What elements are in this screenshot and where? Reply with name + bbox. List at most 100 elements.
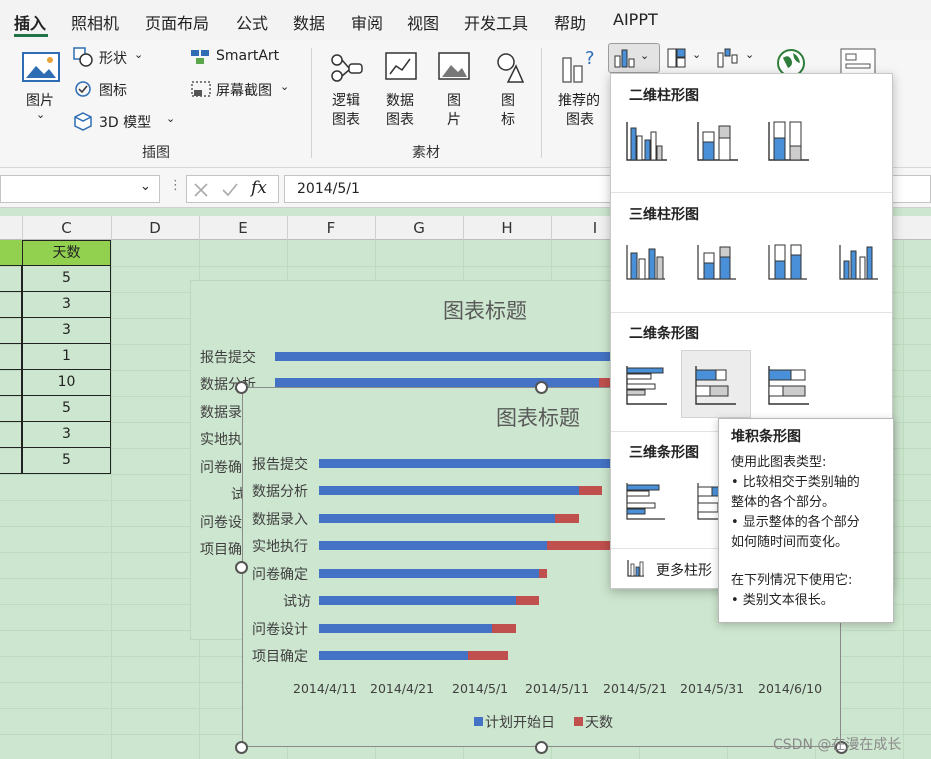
clustered-column-icon[interactable] (623, 118, 669, 164)
cell-c-header[interactable]: 天数 (22, 240, 111, 266)
smartart-button-label[interactable]: SmartArt (216, 48, 279, 64)
bar-start-1[interactable] (319, 459, 610, 468)
hierarchy-chart-icon[interactable] (666, 47, 688, 69)
bar-start-4[interactable] (319, 541, 548, 550)
cell-c[interactable]: 5 (22, 396, 111, 422)
bar-days-5[interactable] (539, 569, 548, 578)
tab-aippt[interactable]: AIPPT (613, 10, 658, 29)
resize-handle[interactable] (535, 381, 548, 394)
bar-days-2[interactable] (578, 486, 603, 495)
bar-days-8[interactable] (468, 651, 508, 660)
more-column-charts-link[interactable]: 更多柱形 (656, 560, 712, 580)
resize-handle[interactable] (235, 561, 248, 574)
column-header-d[interactable]: D (111, 219, 199, 237)
logic-chart-label-2[interactable]: 图表 (332, 109, 360, 129)
data-chart-label-1[interactable]: 数据 (386, 90, 414, 110)
material-picture-label-1[interactable]: 图 (447, 90, 461, 110)
recommended-charts-label-2[interactable]: 图表 (566, 109, 594, 129)
chart-back-title[interactable]: 图表标题 (443, 295, 527, 325)
column-chart-button[interactable]: ⌄ (608, 43, 660, 73)
chevron-down-icon[interactable]: ⌄ (166, 112, 175, 125)
bar-start-8[interactable] (319, 651, 469, 660)
recommended-charts-icon[interactable]: ? (560, 48, 600, 84)
material-picture-icon[interactable] (438, 52, 470, 82)
tab-review[interactable]: 审阅 (351, 10, 383, 34)
3d-clustered-column-icon[interactable] (623, 239, 669, 285)
screenshot-button-label[interactable]: 屏幕截图 (216, 80, 272, 100)
bar-start-7[interactable] (319, 624, 493, 633)
data-chart-icon[interactable] (385, 52, 417, 82)
icons-icon[interactable] (73, 79, 93, 99)
bar-days-4[interactable] (547, 541, 610, 550)
tab-developer[interactable]: 开发工具 (464, 10, 528, 34)
material-icon-icon[interactable] (494, 52, 524, 84)
3d-column-icon[interactable] (836, 239, 882, 285)
chevron-down-icon[interactable]: ⌄ (36, 108, 45, 121)
material-icon-label-1[interactable]: 图 (501, 90, 515, 110)
tab-data[interactable]: 数据 (293, 10, 325, 34)
cell-c[interactable]: 10 (22, 370, 111, 396)
smartart-icon[interactable] (190, 49, 210, 65)
bar-start-2[interactable] (319, 486, 579, 495)
chevron-down-icon[interactable]: ⌄ (745, 48, 754, 61)
stacked-bar-option[interactable] (681, 350, 751, 418)
resize-handle[interactable] (535, 741, 548, 754)
shapes-icon[interactable] (73, 47, 93, 67)
more-column-charts-icon[interactable] (627, 559, 645, 577)
waterfall-chart-icon[interactable] (716, 47, 740, 69)
stacked-column-icon[interactable] (694, 118, 740, 164)
tab-view[interactable]: 视图 (407, 10, 439, 34)
chevron-down-icon[interactable]: ⌄ (692, 48, 701, 61)
bar-start-3[interactable] (319, 514, 555, 523)
chevron-down-icon[interactable]: ⌄ (280, 80, 289, 93)
cell-c[interactable]: 3 (22, 422, 111, 448)
confirm-icon[interactable] (221, 182, 239, 198)
insert-function-icon[interactable]: fx (251, 178, 267, 198)
resize-handle[interactable] (235, 741, 248, 754)
column-header-f[interactable]: F (287, 219, 375, 237)
tab-camera[interactable]: 照相机 (71, 10, 119, 34)
3d-stacked-column-icon[interactable] (694, 239, 740, 285)
3d-clustered-bar-icon[interactable] (623, 479, 669, 525)
logic-chart-icon[interactable] (330, 52, 364, 84)
tab-help[interactable]: 帮助 (554, 10, 586, 34)
column-header-c[interactable]: C (22, 219, 111, 237)
percent-stacked-column-icon[interactable] (765, 118, 811, 164)
tab-page-layout[interactable]: 页面布局 (145, 10, 209, 34)
bar-days-6[interactable] (515, 596, 540, 605)
tab-formulas[interactable]: 公式 (236, 10, 268, 34)
tab-insert[interactable]: 插入 (14, 10, 46, 34)
picture-button-label[interactable]: 图片 (26, 90, 54, 110)
bar-start-6[interactable] (319, 596, 516, 605)
cell-c[interactable]: 3 (22, 292, 111, 318)
chevron-down-icon[interactable]: ⌄ (140, 179, 151, 194)
3d-percent-stacked-column-icon[interactable] (765, 239, 811, 285)
cell-c[interactable]: 5 (22, 266, 111, 292)
name-box[interactable]: ⌄ (0, 175, 160, 203)
material-picture-label-2[interactable]: 片 (447, 109, 461, 129)
chart-title[interactable]: 图表标题 (496, 402, 580, 432)
cube-3d-icon[interactable] (73, 111, 93, 131)
shapes-button-label[interactable]: 形状 (99, 48, 127, 68)
bar-days-7[interactable] (492, 624, 516, 633)
cell-c[interactable]: 3 (22, 318, 111, 344)
percent-stacked-bar-icon[interactable] (765, 362, 811, 408)
icons-button-label[interactable]: 图标 (99, 80, 127, 100)
material-icon-label-2[interactable]: 标 (501, 109, 515, 129)
cell-c[interactable]: 5 (22, 448, 111, 474)
screenshot-icon[interactable] (190, 80, 212, 100)
cell-c[interactable]: 1 (22, 344, 111, 370)
chevron-down-icon[interactable]: ⌄ (134, 48, 143, 61)
cancel-icon[interactable] (193, 182, 209, 198)
bar-start-5[interactable] (319, 569, 540, 578)
logic-chart-label-1[interactable]: 逻辑 (332, 90, 360, 110)
column-header-h[interactable]: H (463, 219, 551, 237)
recommended-charts-label-1[interactable]: 推荐的 (558, 90, 600, 110)
picture-icon[interactable] (22, 52, 60, 82)
bar-days-3[interactable] (555, 514, 579, 523)
column-header-e[interactable]: E (199, 219, 287, 237)
column-header-g[interactable]: G (375, 219, 463, 237)
clustered-bar-icon[interactable] (623, 362, 669, 408)
data-chart-label-2[interactable]: 图表 (386, 109, 414, 129)
resize-handle[interactable] (235, 381, 248, 394)
